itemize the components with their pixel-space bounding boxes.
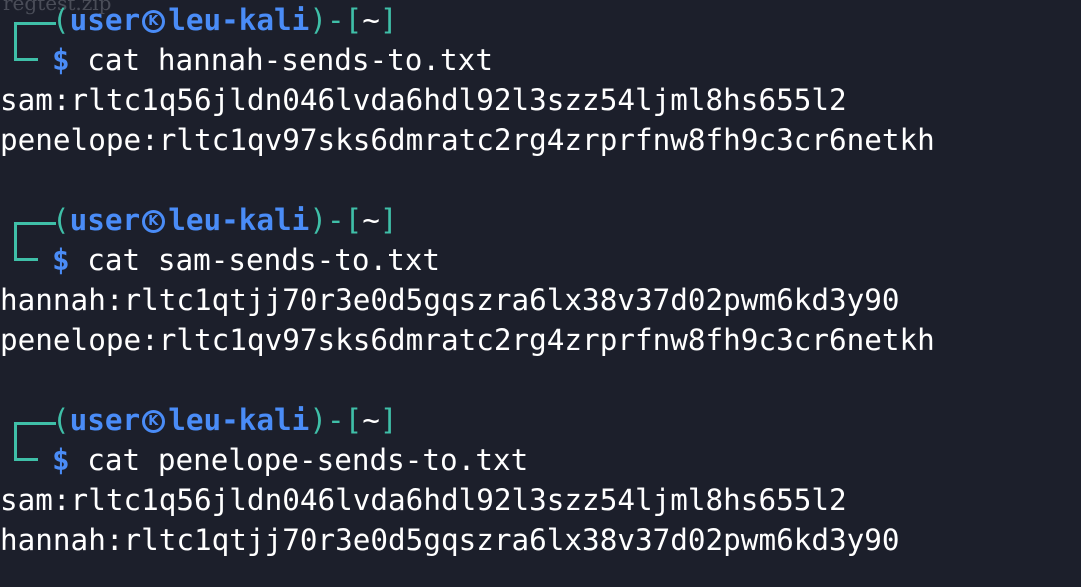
command-text: cat sam-sends-to.txt (87, 243, 441, 277)
command-line: $ cat penelope-sends-to.txt (0, 440, 1081, 480)
prompt-corner-bottom-icon (0, 240, 52, 280)
output-line: penelope:rltc1qv97sks6dmratc2rg4zrprfnw8… (0, 123, 935, 157)
prompt-corner-bottom-icon (0, 440, 52, 480)
output-line: sam:rltc1q56jldn046lvda6hdl92l3szz54ljml… (0, 83, 847, 117)
prompt-corner-top-icon (0, 400, 56, 440)
prompt-user: user (69, 203, 141, 237)
kali-logo-icon (142, 402, 166, 442)
prompt-corner-bottom-icon (0, 40, 52, 80)
prompt-line: (userleu-kali)-[~] (0, 0, 1081, 42)
prompt-symbol: $ (52, 43, 70, 77)
prompt-dir: ~ (362, 3, 380, 37)
prompt-user: user (69, 403, 141, 437)
prompt-corner-top-icon (0, 0, 56, 40)
command-block-3: (userleu-kali)-[~] $ cat penelope-sends-… (0, 400, 1081, 560)
output-line: sam:rltc1q56jldn046lvda6hdl92l3szz54ljml… (0, 483, 847, 517)
output-line: hannah:rltc1qtjj70r3e0d5gqszra6lx38v37d0… (0, 523, 900, 557)
prompt-dir: ~ (362, 403, 380, 437)
command-text: cat penelope-sends-to.txt (87, 443, 529, 477)
prompt-host: leu-kali (168, 203, 310, 237)
prompt-line: (userleu-kali)-[~] (0, 400, 1081, 442)
output-line: penelope:rltc1qv97sks6dmratc2rg4zrprfnw8… (0, 323, 935, 357)
command-line: $ cat sam-sends-to.txt (0, 240, 1081, 280)
kali-logo-icon (142, 202, 166, 242)
command-text: cat hannah-sends-to.txt (87, 43, 493, 77)
prompt-symbol: $ (52, 443, 70, 477)
output-line: hannah:rltc1qtjj70r3e0d5gqszra6lx38v37d0… (0, 283, 900, 317)
prompt-host: leu-kali (168, 3, 310, 37)
command-block-2: (userleu-kali)-[~] $ cat sam-sends-to.tx… (0, 200, 1081, 360)
kali-logo-icon (142, 2, 166, 42)
prompt-symbol: $ (52, 243, 70, 277)
terminal-window[interactable]: regtest.zip (userleu-kali)-[~] $ cat han… (0, 0, 1081, 587)
prompt-dir: ~ (362, 203, 380, 237)
prompt-host: leu-kali (168, 403, 310, 437)
command-line: $ cat hannah-sends-to.txt (0, 40, 1081, 80)
prompt-line: (userleu-kali)-[~] (0, 200, 1081, 242)
prompt-user: user (69, 3, 141, 37)
prompt-corner-top-icon (0, 200, 56, 240)
command-block-1: (userleu-kali)-[~] $ cat hannah-sends-to… (0, 0, 1081, 160)
